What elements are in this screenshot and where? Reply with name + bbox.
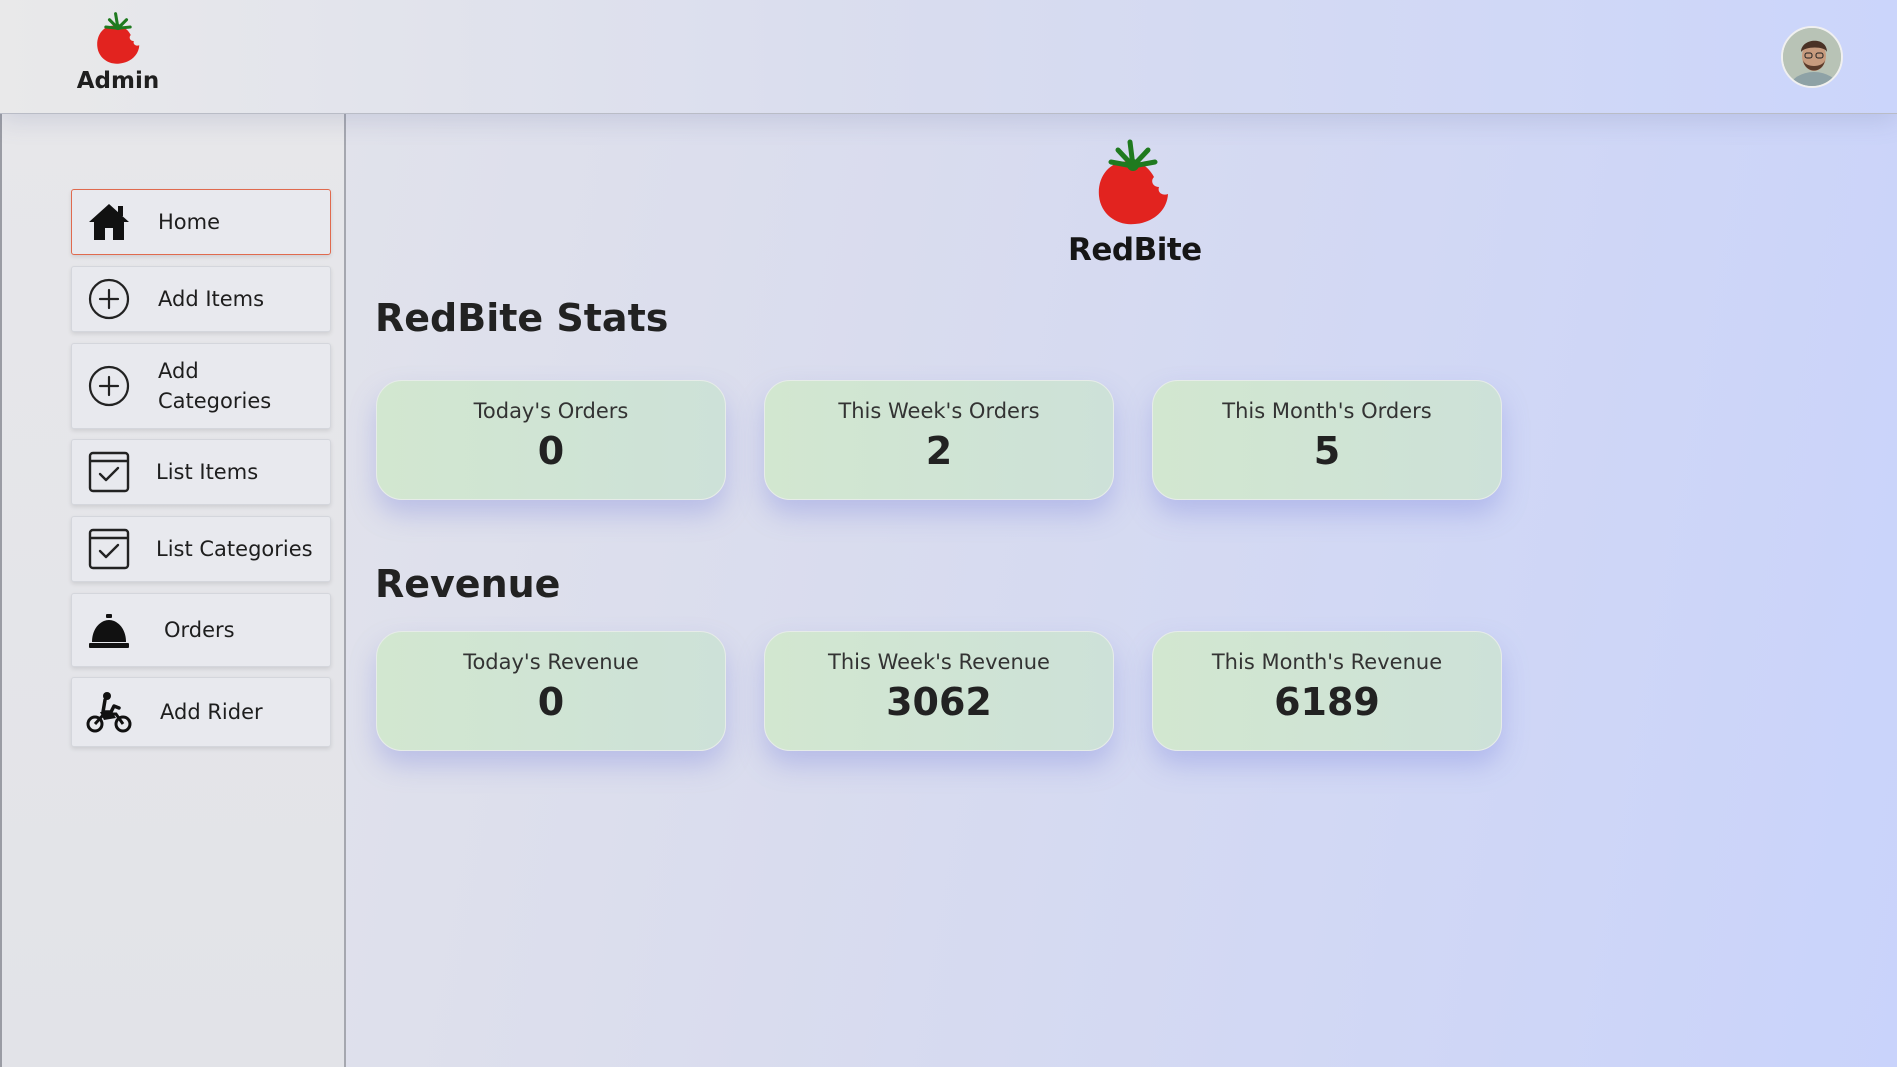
- sidebar-item-add-rider[interactable]: Add Rider: [71, 677, 331, 747]
- stat-value: 5: [1313, 429, 1341, 473]
- motorcycle-rider-icon: [86, 689, 132, 735]
- revenue-section-title: Revenue: [375, 562, 561, 606]
- stat-card-months-orders: This Month's Orders 5: [1152, 380, 1502, 500]
- sidebar-item-label: Home: [158, 209, 221, 234]
- stat-card-weeks-revenue: This Week's Revenue 3062: [764, 631, 1114, 751]
- stat-label: Today's Revenue: [463, 650, 639, 674]
- stat-card-todays-orders: Today's Orders 0: [376, 380, 726, 500]
- stat-card-weeks-orders: This Week's Orders 2: [764, 380, 1114, 500]
- stat-label: Today's Orders: [473, 399, 629, 423]
- calendar-check-icon: [86, 526, 132, 572]
- add-circle-icon: [86, 276, 132, 322]
- service-bell-icon: [86, 607, 132, 653]
- admin-brand: Admin: [70, 10, 166, 94]
- home-icon: [86, 199, 132, 245]
- sidebar-item-label: Add Rider: [160, 699, 263, 724]
- sidebar-item-label: Orders: [164, 617, 235, 642]
- stat-value: 0: [537, 680, 565, 724]
- add-circle-icon: [86, 363, 132, 409]
- top-bar: Admin: [0, 0, 1897, 114]
- stat-value: 2: [925, 429, 953, 473]
- stat-value: 0: [537, 429, 565, 473]
- brand-name: RedBite: [1068, 232, 1202, 268]
- admin-label: Admin: [76, 68, 160, 94]
- sidebar-item-label: Add Items: [158, 286, 265, 311]
- stat-label: This Week's Revenue: [828, 650, 1050, 674]
- stats-section-title: RedBite Stats: [375, 296, 669, 340]
- sidebar-item-add-items[interactable]: Add Items: [71, 266, 331, 332]
- main-brand-logo: RedBite: [1068, 136, 1202, 268]
- calendar-check-icon: [86, 449, 132, 495]
- sidebar-item-label: List Items: [156, 459, 259, 484]
- stat-label: This Week's Orders: [838, 399, 1040, 423]
- stat-label: This Month's Revenue: [1211, 650, 1443, 674]
- sidebar: Home Add Items Add Categories List Items…: [0, 114, 346, 1067]
- sidebar-item-label: List Categories: [156, 536, 313, 561]
- user-avatar[interactable]: [1781, 26, 1843, 88]
- stat-value: 6189: [1274, 680, 1380, 724]
- sidebar-item-label: Add Categories: [158, 358, 272, 413]
- stat-card-months-revenue: This Month's Revenue 6189: [1152, 631, 1502, 751]
- stat-label: This Month's Orders: [1222, 399, 1432, 423]
- sidebar-item-list-categories[interactable]: List Categories: [71, 516, 331, 582]
- sidebar-item-home[interactable]: Home: [71, 189, 331, 255]
- tomato-logo-icon: [92, 10, 144, 66]
- stat-card-todays-revenue: Today's Revenue 0: [376, 631, 726, 751]
- sidebar-item-list-items[interactable]: List Items: [71, 439, 331, 505]
- sidebar-item-orders[interactable]: Orders: [71, 593, 331, 667]
- tomato-logo-icon: [1093, 136, 1173, 228]
- stat-value: 3062: [886, 680, 992, 724]
- sidebar-item-add-categories[interactable]: Add Categories: [71, 343, 331, 429]
